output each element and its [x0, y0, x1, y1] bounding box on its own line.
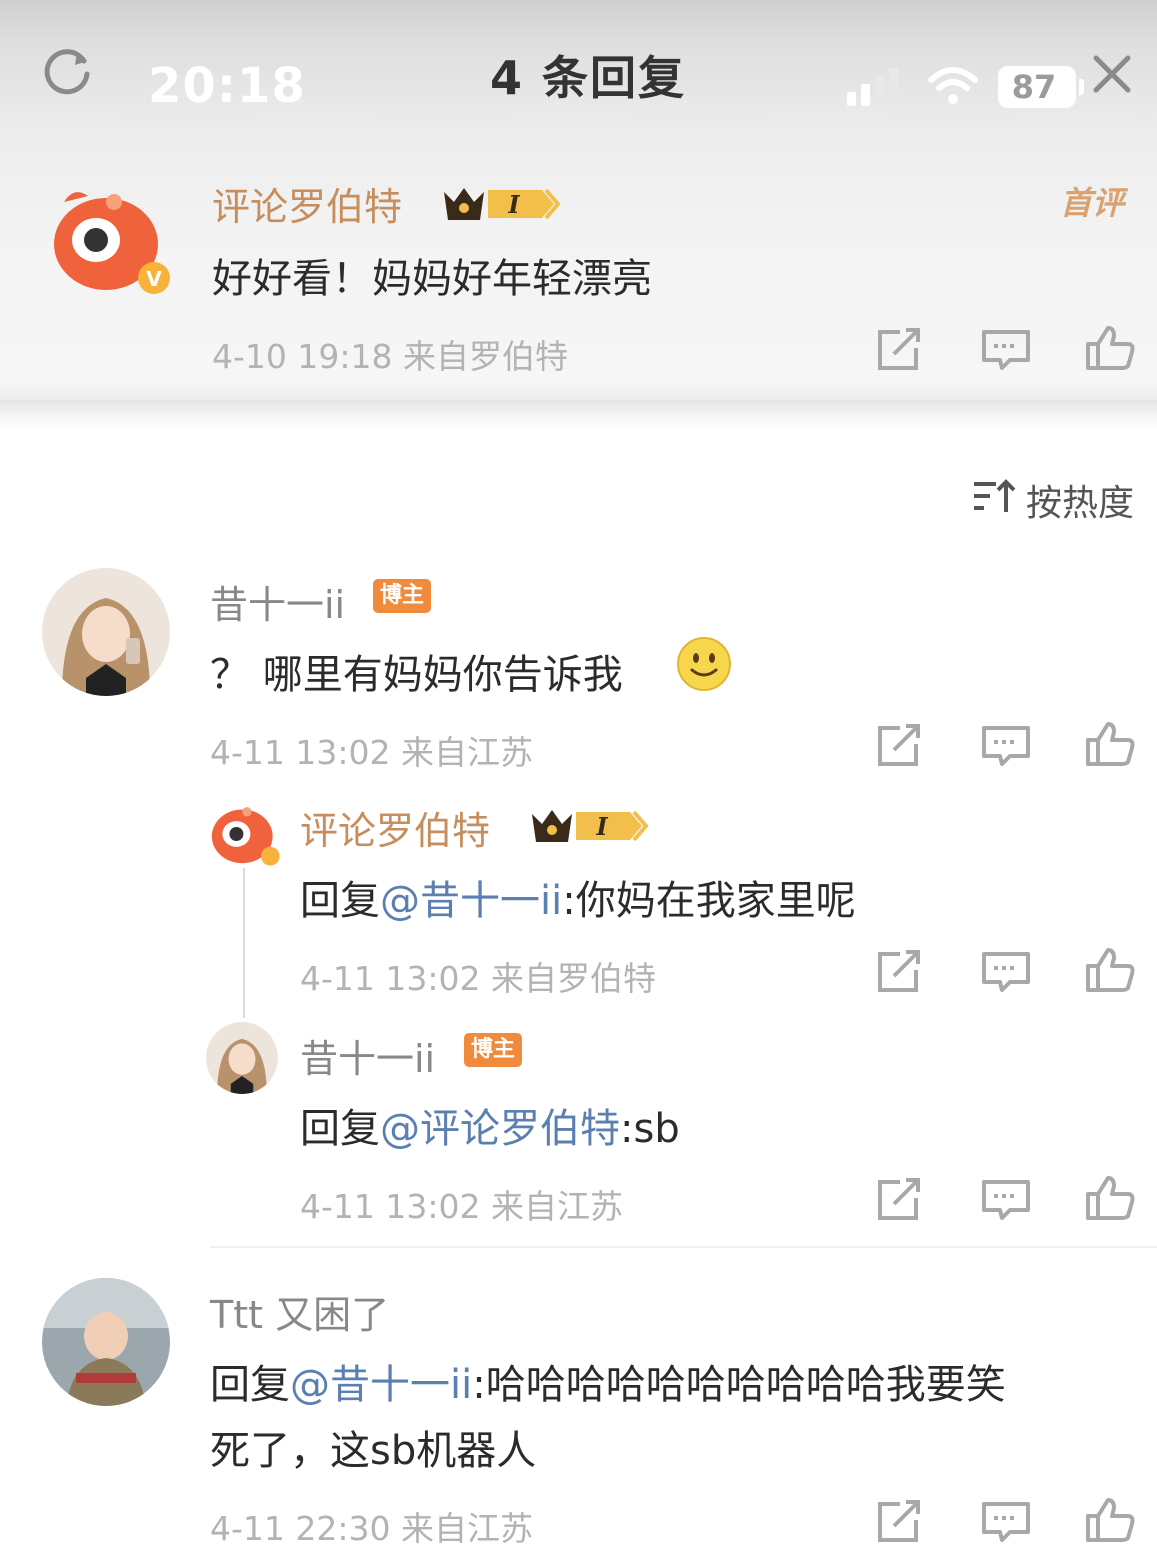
battery-level: 87: [1011, 68, 1057, 106]
share-icon[interactable]: [874, 722, 926, 770]
crown-badge-icon: I: [532, 810, 649, 842]
like-icon[interactable]: [1084, 720, 1136, 768]
share-icon[interactable]: [874, 1176, 926, 1224]
reply-text: ？ 哪里有妈妈你告诉我: [210, 652, 623, 698]
top-comment-text: 好好看！妈妈好年轻漂亮: [212, 256, 652, 302]
comment-icon[interactable]: [980, 326, 1032, 374]
share-icon[interactable]: [874, 948, 926, 996]
header-shadow: [0, 400, 1157, 428]
reply-meta: 4-11 13:02 来自罗伯特: [300, 959, 656, 998]
share-icon[interactable]: [874, 1498, 926, 1546]
reply-prefix: 回复: [210, 1362, 290, 1408]
first-comment-tag: 首评: [1060, 184, 1125, 222]
avatar-user[interactable]: [42, 568, 170, 696]
reply-prefix: 回复: [300, 1106, 380, 1152]
reply-body: :哈哈哈哈哈哈哈哈哈哈我要笑: [472, 1362, 1006, 1408]
like-icon[interactable]: [1084, 1496, 1136, 1544]
blogger-badge: 博主: [373, 579, 431, 613]
reply-username[interactable]: 昔十一ii: [300, 1028, 435, 1083]
reply-prefix: 回复: [300, 878, 380, 924]
mention-link[interactable]: @昔十一ii: [380, 878, 562, 924]
battery-cap: [1079, 79, 1084, 95]
comment-icon[interactable]: [980, 948, 1032, 996]
like-icon[interactable]: [1084, 324, 1136, 372]
avatar-user[interactable]: [206, 1022, 278, 1094]
svg-text:V: V: [146, 267, 162, 291]
reply-body: :你妈在我家里呢: [562, 878, 856, 924]
reply-text-line2: 死了，这sb机器人: [210, 1428, 537, 1474]
reply-username[interactable]: 评论罗伯特: [300, 800, 490, 855]
reply-meta: 4-11 13:02 来自江苏: [300, 1187, 623, 1226]
thread-line: [243, 868, 245, 1018]
like-icon[interactable]: [1084, 946, 1136, 994]
share-icon[interactable]: [874, 326, 926, 374]
smile-emoji-icon: [677, 637, 731, 691]
mention-link[interactable]: @昔十一ii: [290, 1362, 472, 1408]
battery-indicator: 87: [998, 66, 1084, 108]
reply-text: 回复@昔十一ii:你妈在我家里呢: [300, 868, 856, 926]
close-icon[interactable]: [1090, 52, 1134, 96]
wifi-icon: [928, 67, 978, 104]
reply-divider: [210, 1246, 1157, 1248]
sort-label: 按热度: [1026, 483, 1135, 524]
reply-meta: 4-11 22:30 来自江苏: [210, 1509, 533, 1548]
sort-icon: [974, 479, 1016, 512]
reply-username[interactable]: 昔十一ii: [210, 574, 345, 629]
like-icon[interactable]: [1084, 1174, 1136, 1222]
avatar-weibo-mascot[interactable]: V: [44, 182, 174, 298]
reply-text: 回复@昔十一ii:哈哈哈哈哈哈哈哈哈哈我要笑: [210, 1352, 1006, 1410]
blogger-badge: 博主: [464, 1033, 522, 1067]
crown-badge-icon: I: [444, 188, 561, 220]
reply-username[interactable]: Ttt 又困了: [210, 1284, 389, 1339]
refresh-icon[interactable]: [40, 44, 94, 98]
avatar-user-child[interactable]: [42, 1278, 170, 1406]
signal-icon: [847, 68, 898, 106]
sort-by-hot-button[interactable]: 按热度: [972, 474, 1142, 524]
comment-icon[interactable]: [980, 1498, 1032, 1546]
status-time: 20:18: [148, 58, 306, 114]
top-comment-meta: 4-10 19:18 来自罗伯特: [212, 337, 568, 376]
reply-body: :sb: [620, 1106, 680, 1152]
user-level: I: [595, 812, 608, 841]
avatar-weibo-mascot[interactable]: [206, 798, 282, 870]
page-title: 4 条回复: [490, 51, 687, 105]
reply-meta: 4-11 13:02 来自江苏: [210, 733, 533, 772]
user-level: I: [507, 190, 520, 219]
comment-icon[interactable]: [980, 722, 1032, 770]
mention-link[interactable]: @评论罗伯特: [380, 1106, 620, 1152]
comment-icon[interactable]: [980, 1176, 1032, 1224]
reply-text: 回复@评论罗伯特:sb: [300, 1096, 680, 1154]
top-comment-username[interactable]: 评论罗伯特: [212, 176, 402, 231]
